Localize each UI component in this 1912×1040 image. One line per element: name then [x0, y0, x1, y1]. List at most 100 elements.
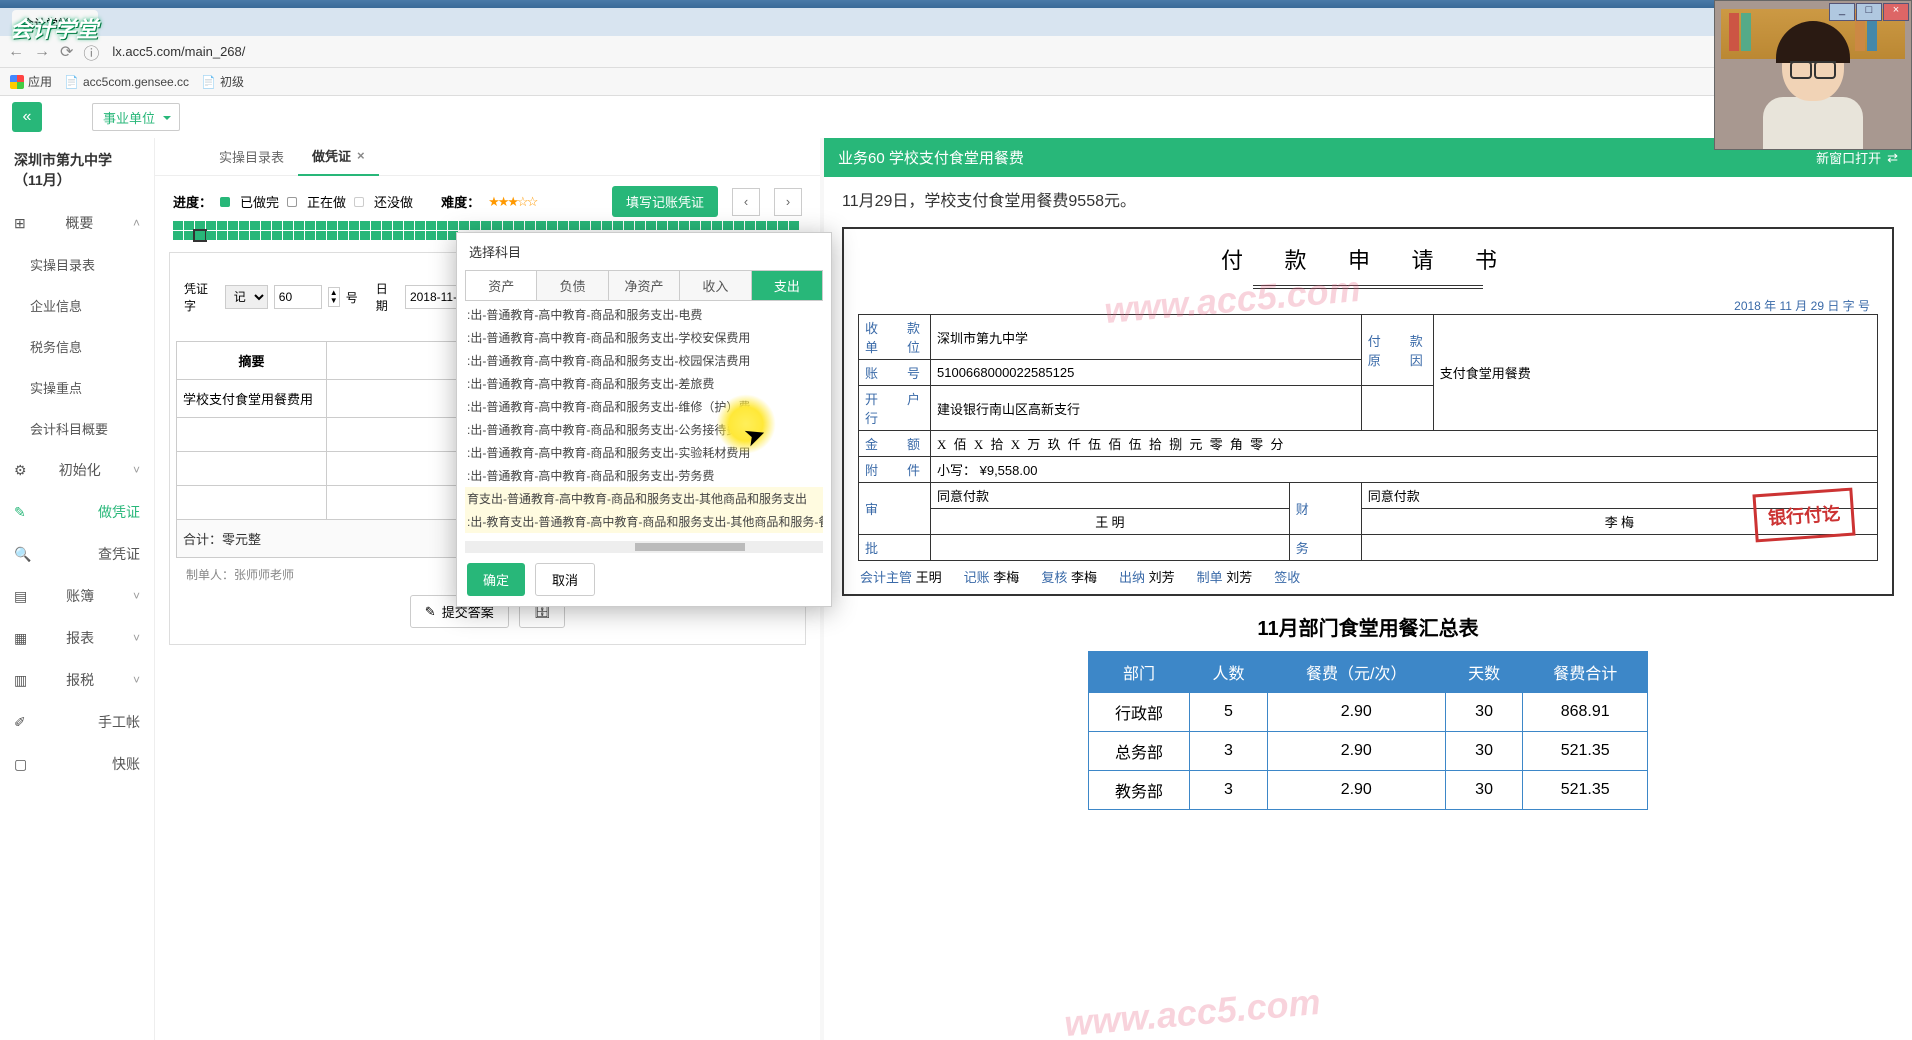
account-item[interactable]: :出-普通教育-高中教育-商品和服务支出-实验耗材费用 [465, 441, 823, 464]
account-item[interactable]: :出-普通教育-高中教育-商品和服务支出-差旅费 [465, 372, 823, 395]
account-picker-popup: 选择科目 资产 负债 净资产 收入 支出 :出-普通教育-高中教育-商品和服务支… [456, 232, 832, 607]
summary-header: 人数 [1190, 652, 1268, 693]
progress-label: 进度： [173, 192, 212, 211]
account-item[interactable]: :出-普通教育-高中教育-商品和服务支出-劳务费 [465, 464, 823, 487]
sidebar-group-ledger[interactable]: ▤ 账簿˅ [0, 575, 154, 617]
prev-button[interactable]: ‹ [732, 188, 760, 216]
back-icon[interactable]: ← [8, 43, 24, 61]
popup-tab-asset[interactable]: 资产 [466, 271, 537, 300]
horizontal-scrollbar[interactable] [465, 541, 823, 553]
account-item[interactable]: :出-普通教育-高中教育-商品和服务支出-公务接待费 [465, 418, 823, 441]
sidebar-group-report[interactable]: ▦ 报表˅ [0, 617, 154, 659]
doc-label: 收 款 单 位 [859, 315, 931, 360]
webcam-overlay: _ □ × [1714, 0, 1912, 150]
sidebar-item-keypoints[interactable]: 实操重点 [0, 367, 154, 408]
popup-tab-expense[interactable]: 支出 [752, 271, 822, 300]
tab-label: 做凭证 [312, 146, 351, 165]
content-tabs: 实操目录表 做凭证 × [155, 138, 820, 176]
summary-cell: 868.91 [1523, 693, 1648, 732]
summary-header: 餐费（元/次） [1267, 652, 1445, 693]
status-dot-todo [354, 197, 364, 207]
summary-cell: 30 [1445, 771, 1523, 810]
summary-header: 天数 [1445, 652, 1523, 693]
voucher-zi-select[interactable]: 记 [225, 285, 268, 309]
app-topbar: « 事业单位 张师师老师 (SVIP会员) [0, 96, 1912, 138]
sidebar-label: 报表 [66, 628, 94, 648]
account-item[interactable]: :出-教育支出-普通教育-高中教育-商品和服务支出-其他商品和服务-餐费用 [465, 510, 823, 533]
voucher-no-stepper[interactable]: ▲▼ [328, 287, 340, 307]
doc-value: 5100668000022585125 [931, 360, 1362, 386]
unit-type-select[interactable]: 事业单位 [92, 103, 180, 131]
scroll-thumb[interactable] [635, 543, 745, 551]
popup-tab-income[interactable]: 收入 [680, 271, 751, 300]
sidebar-label: 概要 [65, 213, 93, 233]
summary-cell: 5 [1190, 693, 1268, 732]
amount-arabic: 小写： ¥9,558.00 [931, 457, 1878, 483]
voucher-cell[interactable] [177, 418, 327, 452]
payment-request-doc: www.acc5.com 付 款 申 请 书 2018 年 11 月 29 日 … [842, 227, 1894, 596]
difficulty-label: 难度： [441, 192, 480, 211]
chevron-down-icon: ˅ [133, 631, 140, 645]
sidebar: 深圳市第九中学（11月） ⊞ 概要˄ 实操目录表 企业信息 税务信息 实操重点 … [0, 138, 155, 1040]
popup-tab-liability[interactable]: 负债 [537, 271, 608, 300]
close-icon[interactable]: × [357, 148, 365, 163]
voucher-summary-cell[interactable]: 学校支付食堂用餐费用 [177, 380, 327, 418]
account-item[interactable]: 育支出-普通教育-高中教育-商品和服务支出-其他商品和服务支出 [465, 487, 823, 510]
sidebar-item-company[interactable]: 企业信息 [0, 285, 154, 326]
tab-make-voucher[interactable]: 做凭证 × [298, 138, 379, 176]
bookmarks-bar: 应用 📄 acc5com.gensee.cc 📄 初级 [0, 68, 1912, 96]
status-done-label: 已做完 [240, 192, 279, 211]
doc-label: 财 [1289, 483, 1361, 535]
voucher-cell[interactable] [177, 452, 327, 486]
account-item[interactable]: :出-普通教育-高中教育-商品和服务支出-电费 [465, 303, 823, 326]
forward-icon[interactable]: → [34, 43, 50, 61]
sidebar-label: 初始化 [59, 460, 101, 480]
reload-icon[interactable]: ⟳ [60, 42, 73, 62]
cancel-button[interactable]: 取消 [535, 563, 595, 596]
doc-date-line: 2018 年 11 月 29 日 字 号 [858, 297, 1878, 314]
sidebar-label: 报税 [66, 670, 94, 690]
voucher-no-input[interactable] [274, 285, 322, 309]
task-description: 11月29日，学校支付食堂用餐费9558元。 [824, 177, 1912, 221]
sidebar-item-quick[interactable]: ▢ 快账 [0, 743, 154, 785]
collapse-sidebar-button[interactable]: « [12, 102, 42, 132]
account-item[interactable]: :出-普通教育-高中教育-商品和服务支出-学校安保费用 [465, 326, 823, 349]
sidebar-item-manual[interactable]: ✐ 手工帐 [0, 701, 154, 743]
voucher-date-label: 日期 [376, 280, 399, 314]
confirm-button[interactable]: 确定 [467, 563, 525, 596]
summary-cell: 521.35 [1523, 732, 1648, 771]
sidebar-title: 深圳市第九中学（11月） [0, 138, 154, 202]
bookmark-item[interactable]: 📄 初级 [201, 73, 244, 90]
sidebar-group-taxfile[interactable]: ▥ 报税˅ [0, 659, 154, 701]
doc-label: 附件 [859, 457, 931, 483]
sidebar-item-accounts[interactable]: 会计科目概要 [0, 408, 154, 449]
status-dot-done [220, 197, 230, 207]
doc-label: 付 款 原 因 [1361, 315, 1433, 386]
voucher-cell[interactable] [177, 486, 327, 520]
write-voucher-button[interactable]: 填写记账凭证 [612, 186, 718, 217]
next-button[interactable]: › [774, 188, 802, 216]
window-titlebar [0, 0, 1912, 8]
sidebar-item-query-voucher[interactable]: 🔍 查凭证 [0, 533, 154, 575]
presenter [1758, 29, 1868, 149]
sidebar-item-tax[interactable]: 税务信息 [0, 326, 154, 367]
open-new-window-button[interactable]: 新窗口打开 ⇄ [1816, 148, 1898, 167]
doc-title-underline [1253, 285, 1483, 289]
sidebar-item-make-voucher[interactable]: ✎ 做凭证 [0, 491, 154, 533]
popup-tab-netasset[interactable]: 净资产 [609, 271, 680, 300]
sidebar-item-catalog[interactable]: 实操目录表 [0, 244, 154, 285]
account-list[interactable]: :出-普通教育-高中教育-商品和服务支出-电费:出-普通教育-高中教育-商品和服… [465, 303, 823, 539]
maximize-icon[interactable]: □ [1856, 3, 1882, 21]
tab-catalog[interactable]: 实操目录表 [205, 138, 298, 176]
sidebar-group-init[interactable]: ⚙ 初始化˅ [0, 449, 154, 491]
popup-title: 选择科目 [457, 233, 831, 270]
sidebar-group-overview[interactable]: ⊞ 概要˄ [0, 202, 154, 244]
url-input[interactable]: lx.acc5.com/main_268/ [109, 41, 1904, 62]
apps-button[interactable]: 应用 [10, 73, 52, 90]
account-item[interactable]: :出-普通教育-高中教育-商品和服务支出-校园保洁费用 [465, 349, 823, 372]
account-item[interactable]: :出-普通教育-高中教育-商品和服务支出-维修（护）费 [465, 395, 823, 418]
minimize-icon[interactable]: _ [1829, 3, 1855, 21]
close-icon[interactable]: × [1883, 3, 1909, 21]
bookmark-item[interactable]: 📄 acc5com.gensee.cc [64, 75, 189, 89]
difficulty-stars: ★★★☆☆ [488, 194, 536, 210]
